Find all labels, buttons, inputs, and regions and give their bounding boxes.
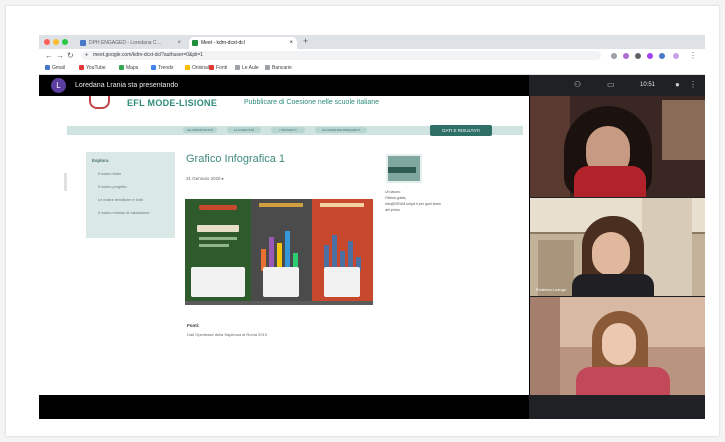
participant-name: Federica Luongo (536, 287, 567, 292)
sidebar-link[interactable]: Le nostre tematiche e fonti (98, 198, 170, 203)
sidebar-link[interactable]: Il nostro team (98, 172, 170, 177)
more-options-icon[interactable]: ⋮ (689, 80, 697, 89)
tab-label: Meet - kdm-dcxt-dcl (201, 40, 245, 46)
presenter-avatar: L (51, 78, 66, 93)
meet-controls: ⚇ ▭ 10:51 ● ⋮ (529, 75, 705, 96)
bookmark-item[interactable]: Trends (151, 63, 173, 73)
post-date: 31 Gennaio 2020 ▸ (186, 176, 225, 181)
meet-favicon-icon (192, 40, 198, 46)
dati-risultati-button[interactable]: DATI E RISULTATI (430, 125, 492, 136)
bookmark-item[interactable]: Maps (119, 63, 138, 73)
bookmark-item[interactable]: Gmail (45, 63, 65, 73)
bookmark-item[interactable]: Bancarie (265, 63, 292, 73)
sidebar-title: Esplora (92, 158, 109, 163)
sidebar-link[interactable]: Il nostro metodo di valutazione (98, 211, 170, 216)
site-nav-menu: LE OPPORTUNITÀ LA COMUNITÀ I PROGETTI LE… (67, 125, 523, 136)
forward-arrow-icon[interactable]: → (56, 50, 64, 61)
window-close-dot[interactable] (44, 39, 50, 45)
back-arrow-icon[interactable]: ← (45, 50, 53, 61)
meet-bottom-bar (39, 395, 529, 419)
author-info-line: Un lavoro (385, 190, 401, 194)
site-logo-text[interactable]: EFL MODE-LISIONE (127, 98, 217, 108)
sources-label: Fonti: (187, 323, 200, 328)
navigation-bar: ← → ↻ ● meet.google.com/kdm-dcxt-dcl?aut… (39, 49, 705, 62)
menu-item[interactable]: I PROGETTI (271, 127, 305, 133)
meet-area: L Loredana Lrania sta presentando ⚇ ▭ 10… (39, 75, 705, 419)
window-zoom-dot[interactable] (62, 39, 68, 45)
reload-icon[interactable]: ↻ (67, 50, 74, 61)
participants-icon[interactable]: ⚇ (574, 80, 581, 89)
extension-icon[interactable] (611, 53, 617, 59)
participant-tile[interactable]: Federica Luongo (529, 198, 705, 296)
tab-favicon-icon (80, 40, 86, 46)
site-sidebar: Esplora Il nostro team Il nostro progett… (86, 152, 175, 238)
infographic-panel-grey (251, 199, 312, 301)
extension-icon[interactable] (623, 53, 629, 59)
bookmark-item[interactable]: YouTube (79, 63, 106, 73)
image-viewer-controls[interactable] (185, 301, 373, 305)
browser-window: DPH ENGAGED - Loredana C… × Meet - kdm-d… (39, 35, 705, 419)
lock-icon: ● (85, 52, 89, 58)
window-minimize-dot[interactable] (53, 39, 59, 45)
page-scrollbar[interactable] (64, 173, 67, 191)
sidebar-link[interactable]: Il nostro progetto (98, 185, 170, 190)
tab-meet[interactable]: Meet - kdm-dcxt-dcl × (189, 37, 297, 49)
author-info-line: info@DRUM.unipd.it per quel team (385, 202, 441, 206)
extension-icon[interactable] (659, 53, 665, 59)
extension-icon[interactable] (635, 53, 641, 59)
menu-item[interactable]: LE DOMANDE FREQUENTI (315, 127, 367, 133)
presented-screen: EFL MODE-LISIONE Pubblicare di Coesione … (39, 96, 529, 395)
site-tagline: Pubblicare di Coesione nelle scuole ital… (244, 99, 380, 106)
author-info-line: Ottima guida, (385, 196, 407, 200)
bookmarks-bar: Gmail YouTube Maps Trends Orisinal Fonti… (39, 62, 705, 75)
presenting-text: Loredana Lrania sta presentando (75, 82, 179, 89)
bookmark-item[interactable]: Le Aule (235, 63, 259, 73)
tab-close-icon[interactable]: × (177, 37, 181, 49)
new-tab-button[interactable]: + (303, 36, 308, 46)
screenshot-card: DPH ENGAGED - Loredana C… × Meet - kdm-d… (6, 6, 719, 436)
user-icon[interactable]: ● (675, 80, 680, 89)
extension-icon[interactable] (647, 53, 653, 59)
tab-strip: DPH ENGAGED - Loredana C… × Meet - kdm-d… (39, 35, 705, 49)
address-bar[interactable]: ● meet.google.com/kdm-dcxt-dcl?authuser=… (81, 51, 601, 60)
post-title: Grafico Infografica 1 (186, 153, 286, 165)
menu-item[interactable]: LA COMUNITÀ (227, 127, 261, 133)
url-text: meet.google.com/kdm-dcxt-dcl?authuser=0&… (93, 52, 204, 58)
infographic-panel-green (185, 199, 251, 301)
infographic-image[interactable] (185, 199, 373, 301)
sources-text[interactable]: Dati Openbase della Sapienza di Roma 201… (187, 332, 267, 337)
author-image-band (388, 167, 416, 173)
tab-label: DPH ENGAGED - Loredana C… (89, 40, 162, 46)
participant-tile[interactable] (529, 297, 705, 395)
bookmark-item[interactable]: Orisinal (185, 63, 209, 73)
site-logo-icon (89, 96, 110, 109)
tab-close-icon[interactable]: × (289, 37, 293, 49)
presenting-banner: L Loredana Lrania sta presentando (39, 75, 529, 96)
profile-avatar[interactable] (673, 53, 679, 59)
participant-tile[interactable] (529, 96, 705, 197)
infographic-panel-red (312, 199, 373, 301)
author-info-line: del primo (385, 208, 400, 212)
bookmark-item[interactable]: Fonti (209, 63, 227, 73)
tab-dph-engaged[interactable]: DPH ENGAGED - Loredana C… × (77, 37, 185, 49)
meeting-clock: 10:51 (640, 82, 656, 88)
chat-icon[interactable]: ▭ (607, 80, 615, 89)
menu-item[interactable]: LE OPPORTUNITÀ (183, 127, 217, 133)
browser-menu-icon[interactable]: ⋮ (689, 50, 697, 61)
